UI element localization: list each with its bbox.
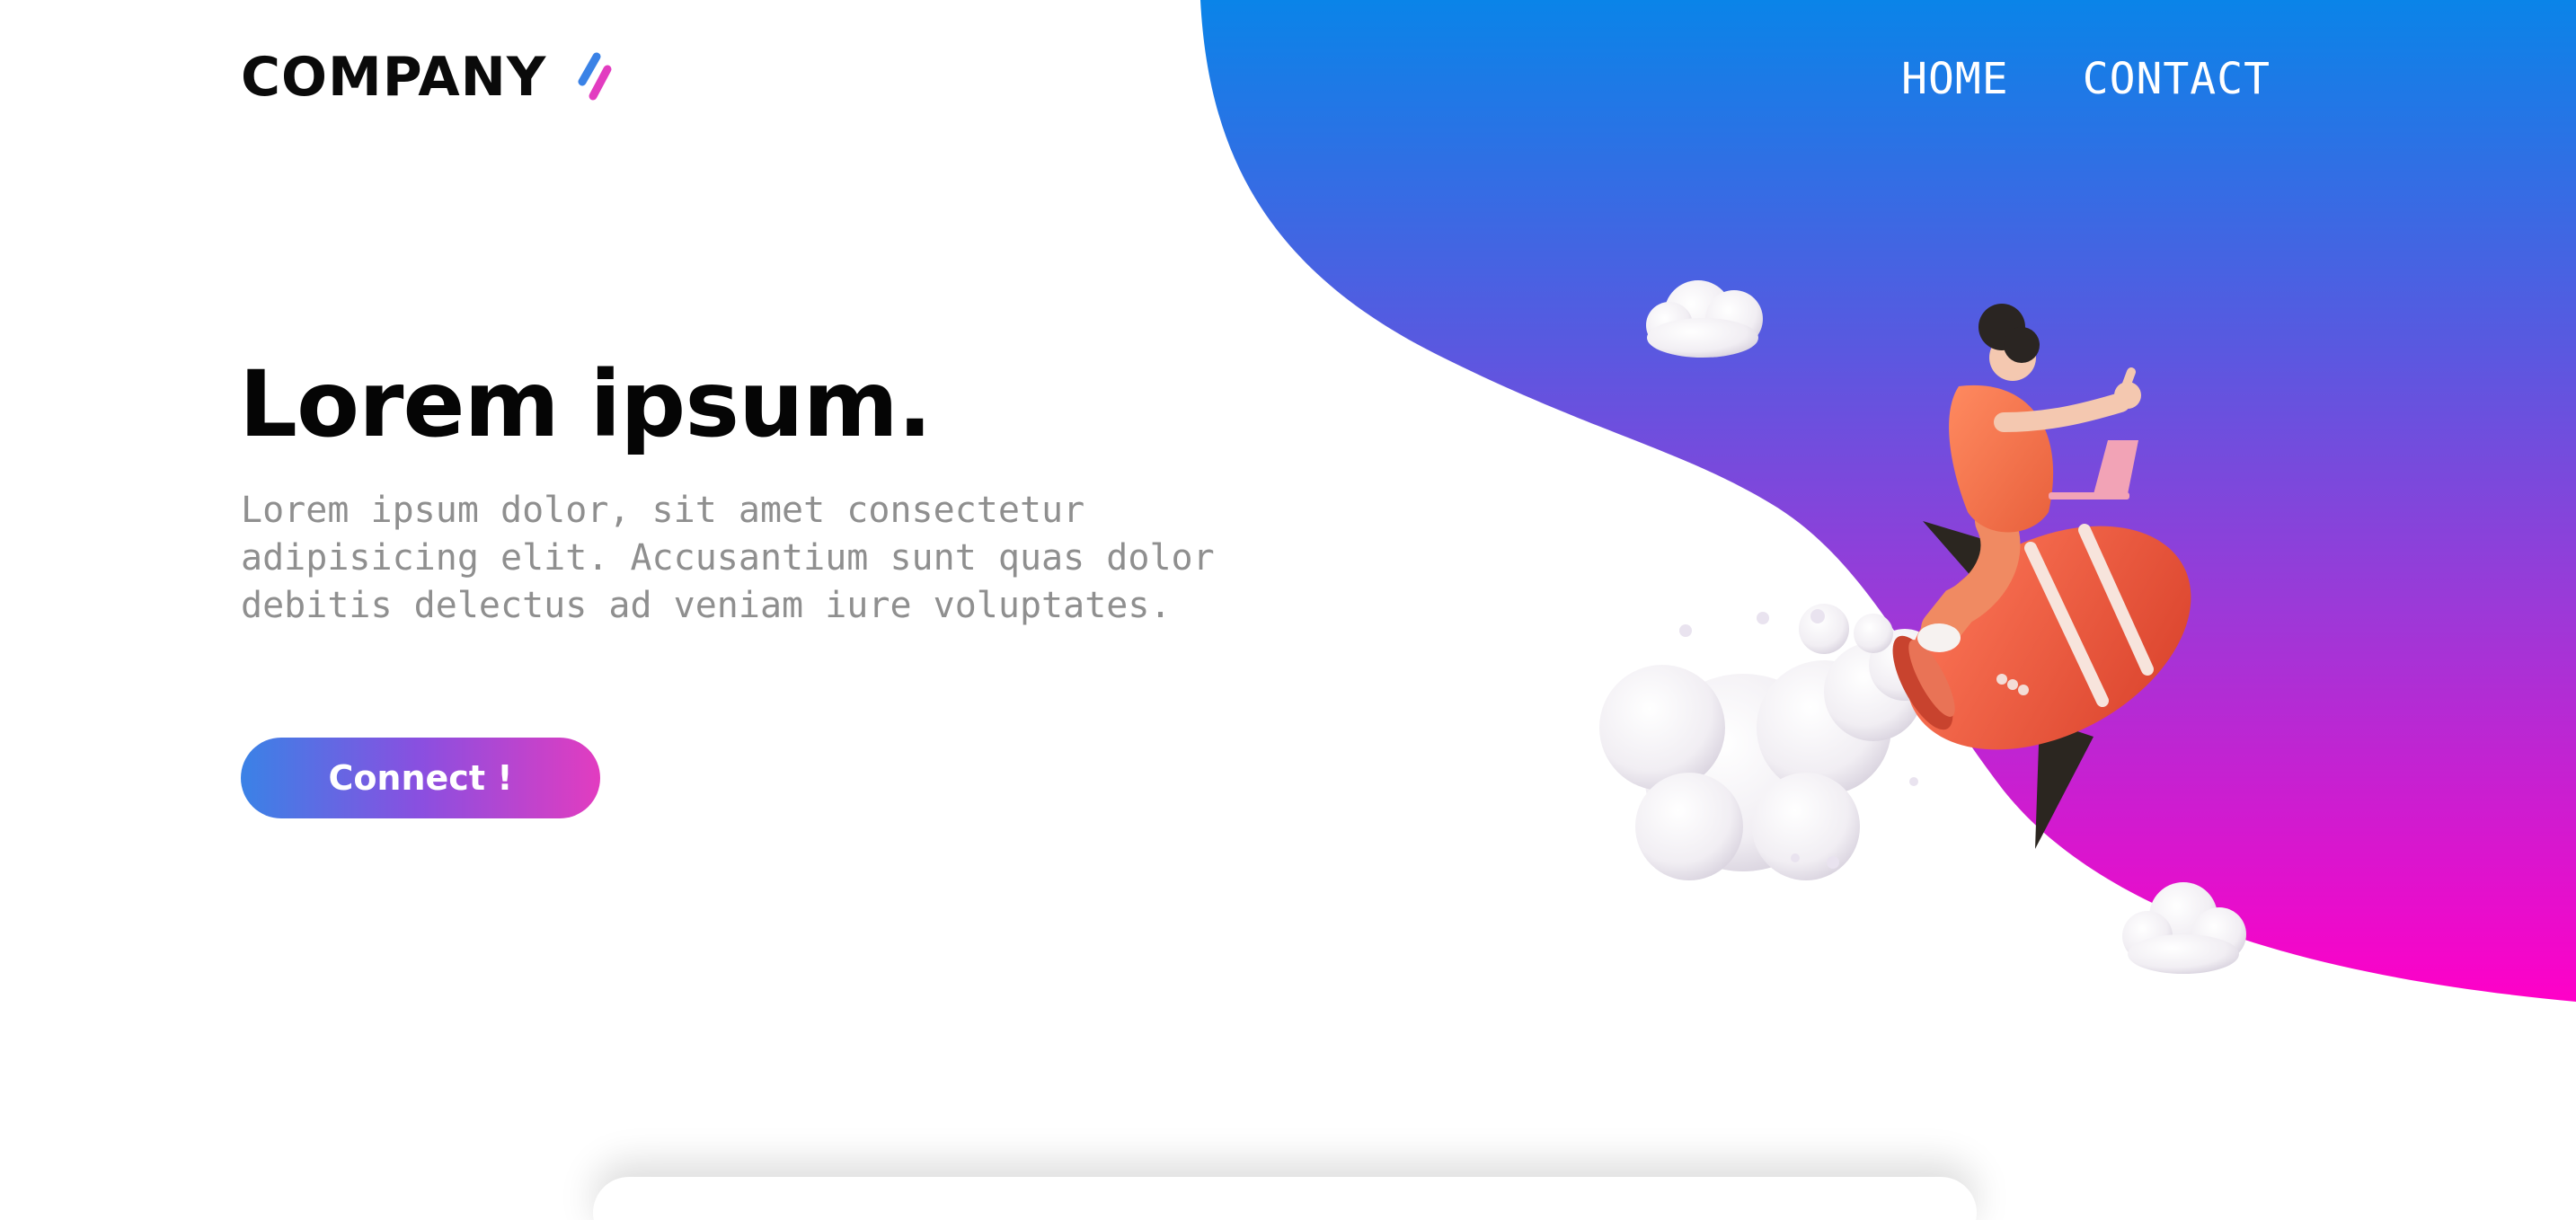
- double-slash-icon: [578, 52, 612, 101]
- content-card-edge: [593, 1177, 1977, 1220]
- main-nav: HOME CONTACT: [1901, 57, 2271, 101]
- rocket: [1892, 521, 2191, 849]
- rocket-rider-illustration: [1599, 280, 2246, 974]
- cloud-exhaust: [1599, 604, 1941, 880]
- hero-title: Lorem ipsum.: [239, 351, 933, 458]
- cloud-small-bottom: [2122, 882, 2246, 974]
- landing-page: COMPANY HOME CONTACT Lorem ipsum. Lorem …: [0, 0, 2576, 1220]
- connect-button[interactable]: Connect !: [241, 738, 600, 818]
- nav-home-link[interactable]: HOME: [1901, 57, 2009, 101]
- nav-contact-link[interactable]: CONTACT: [2083, 57, 2271, 101]
- company-logo[interactable]: COMPANY: [241, 50, 615, 104]
- cloud-small-top: [1646, 280, 1763, 358]
- hero-description: Lorem ipsum dolor, sit amet consectetur …: [241, 490, 1215, 626]
- logo-text: COMPANY: [241, 46, 547, 109]
